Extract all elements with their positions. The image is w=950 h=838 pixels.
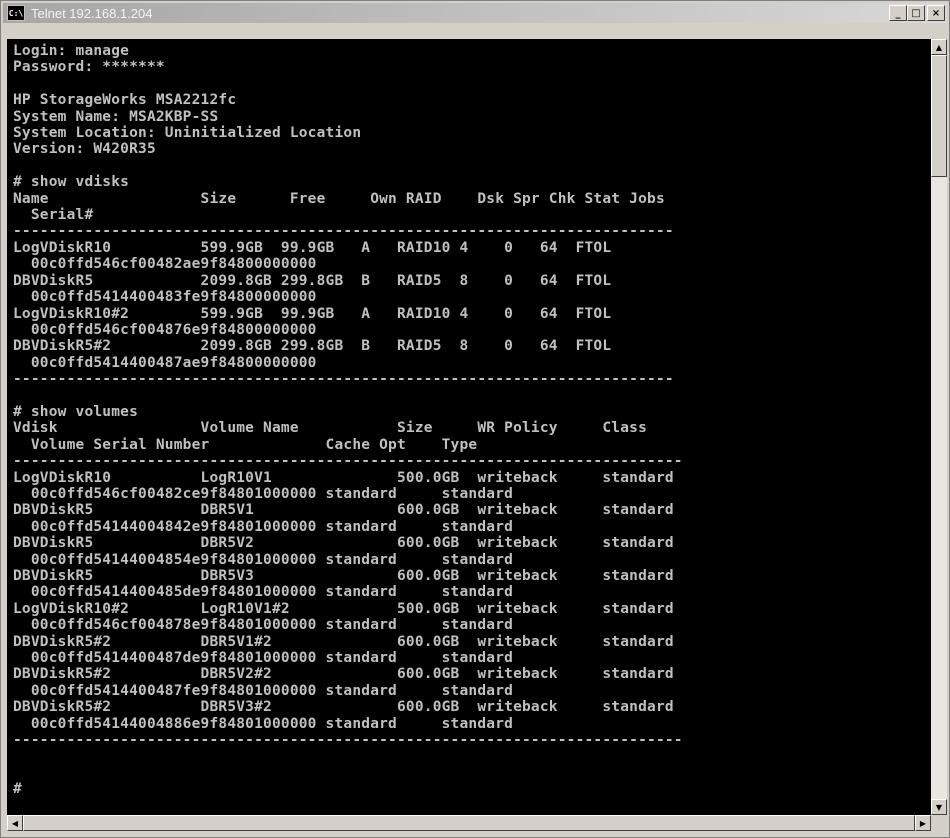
scroll-down-arrow-icon[interactable]: ▼ xyxy=(931,799,947,815)
terminal-line: ----------------------------------------… xyxy=(13,371,674,388)
terminal-line: Vdisk Volume Name Size WR Policy Class xyxy=(13,420,648,437)
terminal-line: DBVDiskR5 2099.8GB 299.8GB B RAID5 8 0 6… xyxy=(13,272,612,289)
maximize-button[interactable]: □ xyxy=(907,5,925,21)
scrollbar-corner xyxy=(931,815,947,831)
terminal-line: # show vdisks xyxy=(13,174,130,191)
close-button[interactable]: × xyxy=(927,5,945,21)
terminal-line: LogVDiskR10 LogR10V1 500.0GB writeback s… xyxy=(13,469,674,486)
vertical-scrollbar[interactable]: ▲ ▼ xyxy=(931,39,947,815)
terminal-output[interactable]: Login: manage Password: ******* HP Stora… xyxy=(7,39,931,798)
terminal-line: 00c0ffd54144004842e9f84801000000 standar… xyxy=(13,518,514,535)
terminal-line: ----------------------------------------… xyxy=(13,453,683,470)
terminal-line: # show volumes xyxy=(13,403,139,420)
telnet-window: C:\ Telnet 192.168.1.204 _ □ × Login: ma… xyxy=(0,0,950,838)
terminal-line: DBVDiskR5 DBR5V2 600.0GB writeback stand… xyxy=(13,535,674,552)
terminal-line: LogVDiskR10#2 599.9GB 99.9GB A RAID10 4 … xyxy=(13,305,612,322)
terminal-line: 00c0ffd54144004886e9f84801000000 standar… xyxy=(13,715,514,732)
terminal-line: Password: ******* xyxy=(13,59,165,76)
terminal-line: 00c0ffd546cf00482ae9f84800000000 xyxy=(13,256,317,273)
terminal-line: System Name: MSA2KBP-SS xyxy=(13,108,219,125)
terminal-line: 00c0ffd5414400487fe9f84801000000 standar… xyxy=(13,682,514,699)
terminal-line: HP StorageWorks MSA2212fc xyxy=(13,92,237,109)
terminal-line: DBVDiskR5#2 DBR5V1#2 600.0GB writeback s… xyxy=(13,633,674,650)
terminal-line: 00c0ffd5414400487de9f84801000000 standar… xyxy=(13,650,514,667)
terminal-line: ----------------------------------------… xyxy=(13,732,683,749)
terminal-line: Login: manage xyxy=(13,43,130,59)
minimize-button[interactable]: _ xyxy=(889,5,907,21)
terminal-line: DBVDiskR5#2 DBR5V2#2 600.0GB writeback s… xyxy=(13,666,674,683)
terminal-line: 00c0ffd546cf004878e9f84801000000 standar… xyxy=(13,617,514,634)
terminal-line: Serial# xyxy=(13,207,94,224)
terminal-line: Volume Serial Number Cache Opt Type xyxy=(13,436,478,453)
terminal-line: 00c0ffd5414400483fe9f84800000000 xyxy=(13,289,317,306)
terminal-line: DBVDiskR5#2 2099.8GB 299.8GB B RAID5 8 0… xyxy=(13,338,612,355)
terminal-console[interactable]: Login: manage Password: ******* HP Stora… xyxy=(7,39,931,815)
terminal-line: 00c0ffd546cf004876e9f84800000000 xyxy=(13,321,317,338)
horizontal-scroll-thumb[interactable] xyxy=(23,815,915,831)
vertical-scroll-thumb[interactable] xyxy=(931,55,947,177)
terminal-line: Version: W420R35 xyxy=(13,141,156,158)
terminal-line: DBVDiskR5 DBR5V1 600.0GB writeback stand… xyxy=(13,502,674,519)
terminal-line: LogVDiskR10 599.9GB 99.9GB A RAID10 4 0 … xyxy=(13,239,612,256)
console-app-icon[interactable]: C:\ xyxy=(7,5,25,21)
scroll-right-arrow-icon[interactable]: ▶ xyxy=(915,815,931,831)
terminal-line: LogVDiskR10#2 LogR10V1#2 500.0GB writeba… xyxy=(13,600,674,617)
window-title: Telnet 192.168.1.204 xyxy=(31,5,153,21)
terminal-line: 00c0ffd546cf00482ce9f84801000000 standar… xyxy=(13,485,514,502)
scroll-left-arrow-icon[interactable]: ◀ xyxy=(7,815,23,831)
terminal-line: 00c0ffd54144004854e9f84801000000 standar… xyxy=(13,551,514,568)
window-controls: _ □ × xyxy=(889,5,945,21)
horizontal-scrollbar[interactable]: ◀ ▶ xyxy=(7,815,931,831)
terminal-line: DBVDiskR5#2 DBR5V3#2 600.0GB writeback s… xyxy=(13,699,674,716)
scroll-up-arrow-icon[interactable]: ▲ xyxy=(931,39,947,55)
terminal-line: 00c0ffd5414400487ae9f84800000000 xyxy=(13,354,317,371)
terminal-line: 00c0ffd5414400485de9f84801000000 standar… xyxy=(13,584,514,601)
terminal-line: # xyxy=(13,781,22,798)
terminal-line: DBVDiskR5 DBR5V3 600.0GB writeback stand… xyxy=(13,568,674,584)
terminal-line: ----------------------------------------… xyxy=(13,223,674,240)
title-bar[interactable]: C:\ Telnet 192.168.1.204 _ □ × xyxy=(3,3,947,23)
terminal-line: Name Size Free Own RAID Dsk Spr Chk Stat… xyxy=(13,190,665,207)
terminal-line: System Location: Uninitialized Location xyxy=(13,125,362,142)
